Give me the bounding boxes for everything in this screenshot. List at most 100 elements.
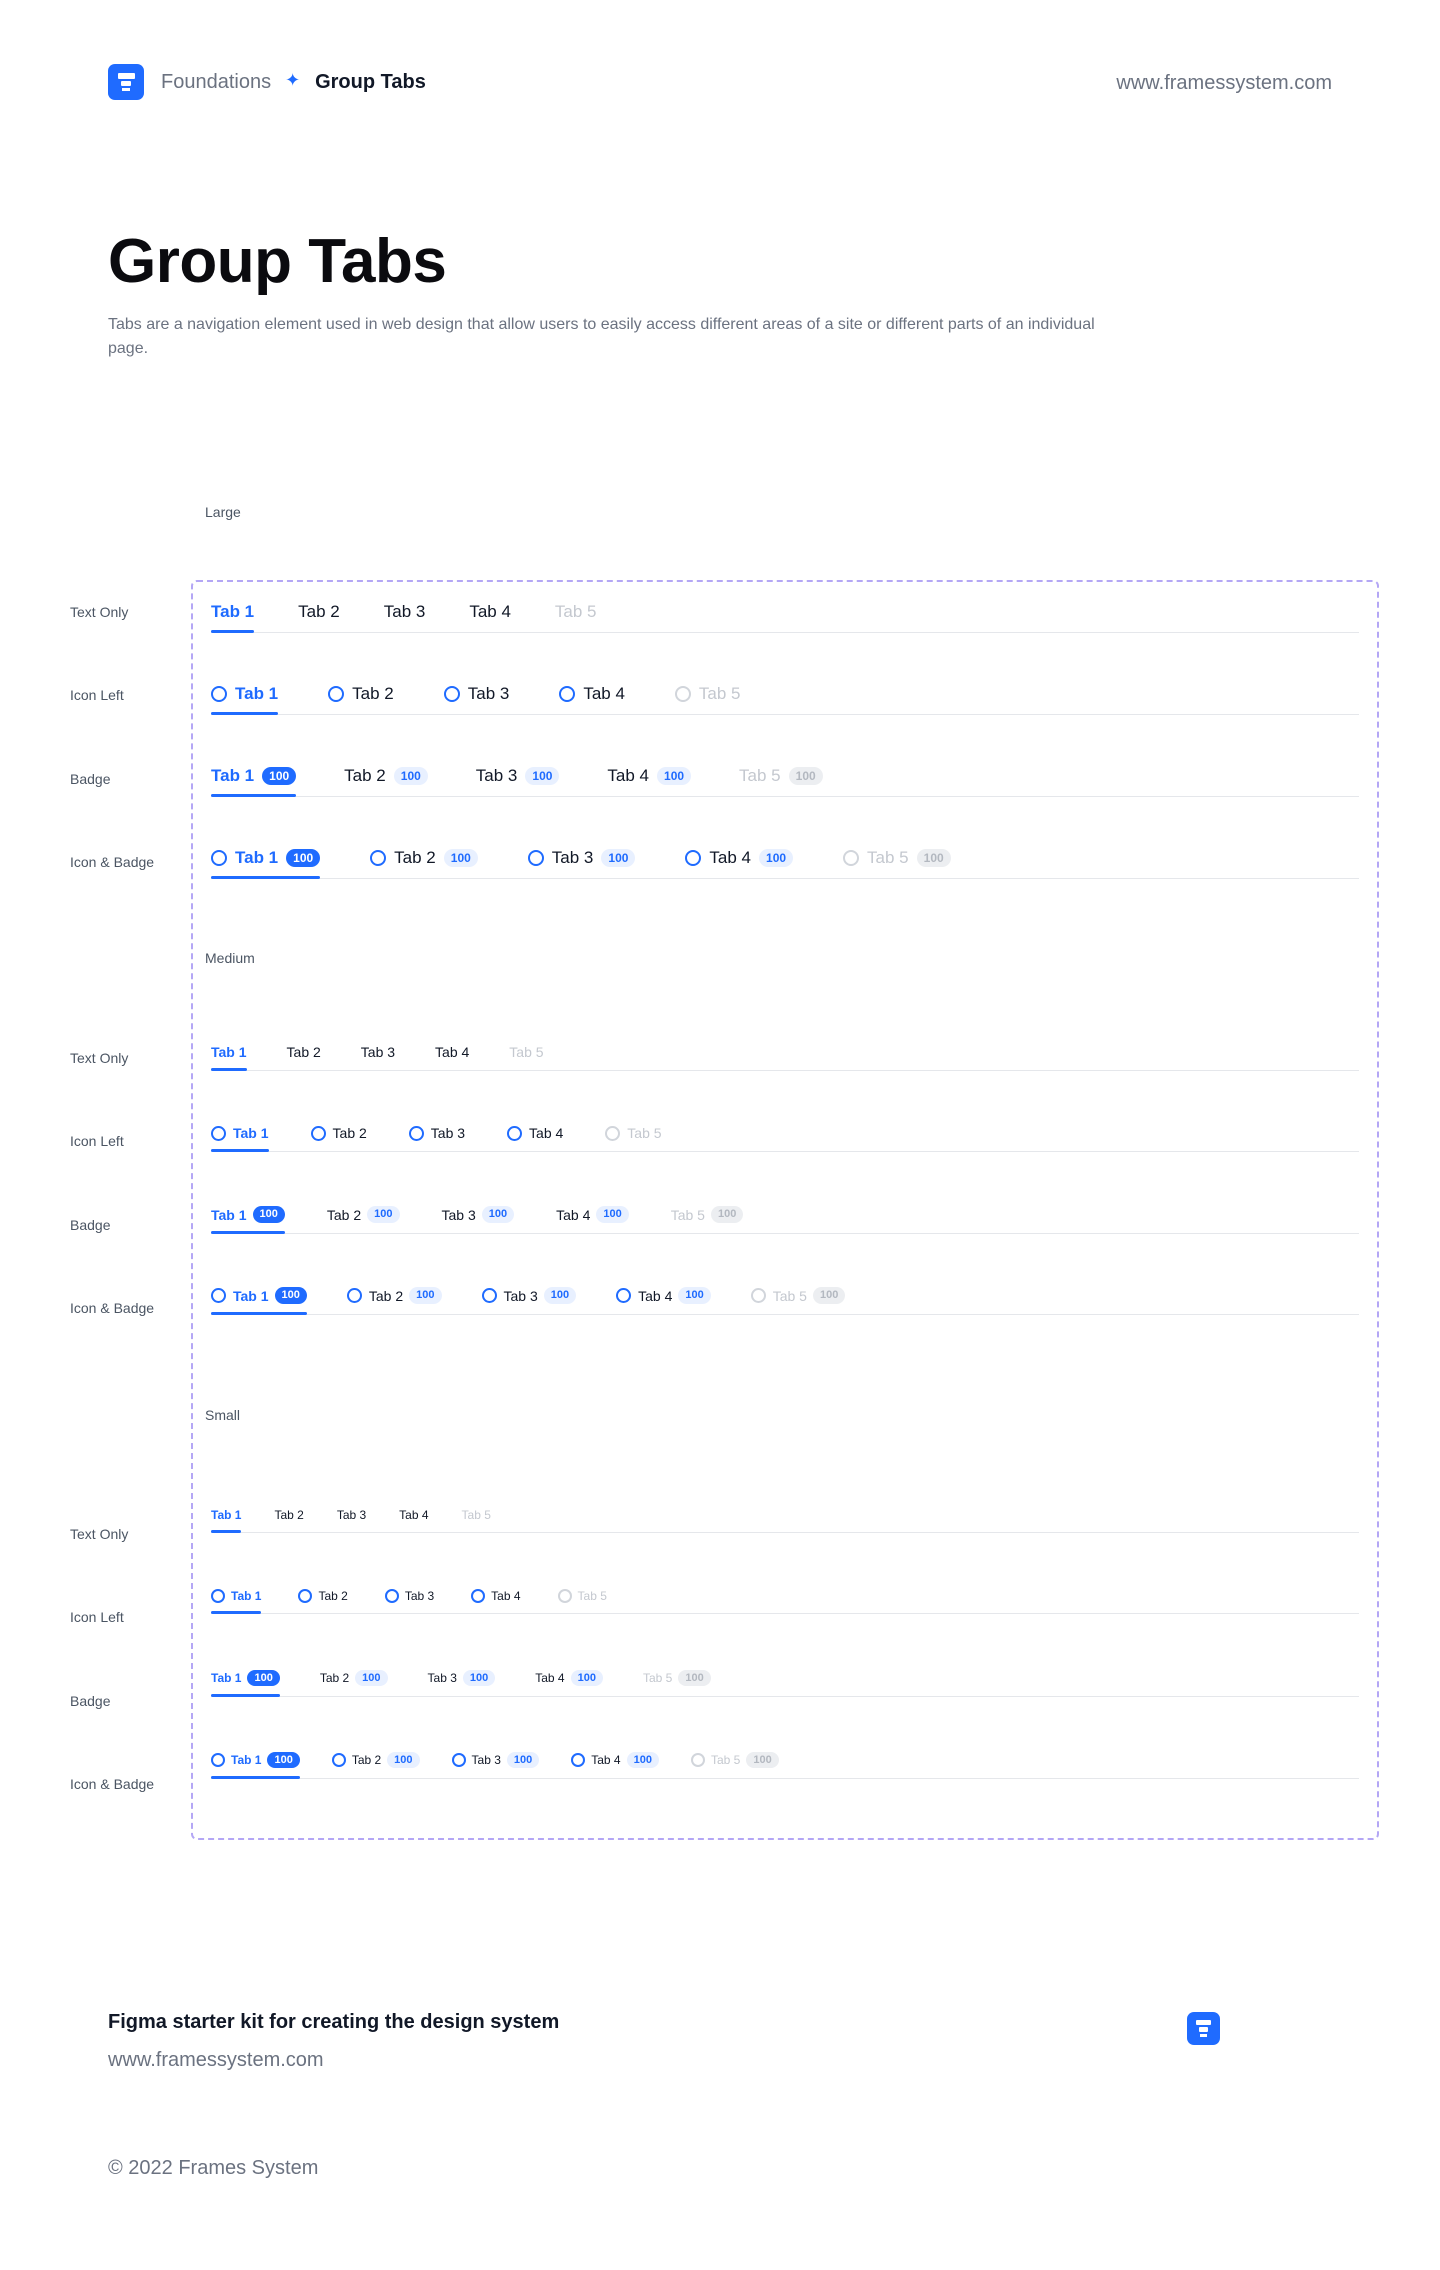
tab-4[interactable]: Tab 4 100 xyxy=(685,848,794,878)
tab-label: Tab 1 xyxy=(231,1753,262,1767)
tab-label: Tab 2 xyxy=(318,1589,348,1603)
tab-label: Tab 1 xyxy=(233,1125,269,1141)
tab-1[interactable]: Tab 1 xyxy=(211,684,279,715)
tab-3[interactable]: Tab 3 xyxy=(337,1508,366,1532)
tab-2[interactable]: Tab 2 100 xyxy=(370,848,478,878)
tab-label: Tab 3 xyxy=(475,766,518,785)
tab-2[interactable]: Tab 2 xyxy=(298,1589,348,1613)
tab-2[interactable]: Tab 2 100 xyxy=(344,766,428,796)
tab-3[interactable]: Tab 3 100 xyxy=(481,1287,577,1314)
row-label-text-only: Text Only xyxy=(70,604,129,620)
tabs-medium-badge: Tab 1 100 Tab 2 100 Tab 3 100 Tab 4 100 Tab 5 100 xyxy=(211,1206,1359,1234)
row-label-text-only: Text Only xyxy=(70,1050,129,1066)
tab-2[interactable]: Tab 2 xyxy=(328,684,394,714)
tab-4[interactable]: Tab 4 xyxy=(559,684,625,714)
tab-label: Tab 5 xyxy=(670,1206,705,1223)
tab-3[interactable]: Tab 3 100 xyxy=(442,1206,515,1233)
tab-3[interactable]: Tab 3 100 xyxy=(527,848,636,878)
tab-label: Tab 3 xyxy=(471,1753,501,1767)
tab-5: Tab 5 xyxy=(557,1589,607,1613)
circle-icon xyxy=(616,1288,632,1303)
tab-4[interactable]: Tab 4 xyxy=(469,602,511,632)
tab-1[interactable]: Tab 1 100 xyxy=(211,1752,300,1779)
tab-1[interactable]: Tab 1 xyxy=(211,602,255,633)
tab-label: Tab 2 xyxy=(344,766,386,785)
tab-4[interactable]: Tab 4 100 xyxy=(556,1206,629,1233)
count-badge: 100 xyxy=(393,767,428,785)
tab-4[interactable]: Tab 4 100 xyxy=(616,1287,711,1314)
tab-label: Tab 5 xyxy=(867,848,909,867)
tab-1[interactable]: Tab 1 xyxy=(211,1044,247,1071)
tab-2[interactable]: Tab 2 xyxy=(287,1044,321,1070)
tab-2[interactable]: Tab 2 100 xyxy=(331,1752,420,1778)
site-url-link[interactable]: www.framessystem.com xyxy=(1116,72,1332,95)
tab-5: Tab 5 xyxy=(555,602,597,632)
tab-1[interactable]: Tab 1 100 xyxy=(211,1287,307,1315)
tab-4[interactable]: Tab 4 xyxy=(471,1589,521,1613)
tab-2[interactable]: Tab 2 xyxy=(298,602,340,632)
tab-3[interactable]: Tab 3 xyxy=(443,684,509,714)
circle-icon xyxy=(328,686,345,702)
tab-label: Tab 5 xyxy=(627,1125,662,1141)
circle-icon xyxy=(471,1589,486,1603)
tab-label: Tab 2 xyxy=(326,1206,362,1223)
tab-label: Tab 5 xyxy=(772,1287,807,1304)
tab-2[interactable]: Tab 2 100 xyxy=(320,1670,388,1696)
tab-3[interactable]: Tab 3 100 xyxy=(476,766,560,796)
tab-2[interactable]: Tab 2 100 xyxy=(346,1287,442,1314)
tabs-small-icon-left: Tab 1 Tab 2 Tab 3 Tab 4 Tab 5 xyxy=(211,1589,1359,1614)
circle-icon xyxy=(310,1125,326,1141)
tab-5: Tab 5 100 xyxy=(690,1752,779,1778)
page-description: Tabs are a navigation element used in we… xyxy=(108,316,1095,357)
tab-label: Tab 1 xyxy=(231,1589,262,1603)
tab-3[interactable]: Tab 3 100 xyxy=(428,1670,496,1696)
breadcrumb-foundations[interactable]: Foundations xyxy=(161,71,271,94)
tab-1[interactable]: Tab 1 xyxy=(211,1125,269,1152)
tab-4[interactable]: Tab 4 100 xyxy=(535,1670,603,1696)
tab-3[interactable]: Tab 3 xyxy=(384,602,426,632)
tab-2[interactable]: Tab 2 xyxy=(310,1125,367,1151)
tab-3[interactable]: Tab 3 xyxy=(361,1044,395,1070)
count-badge: 100 xyxy=(247,1670,280,1686)
tab-label: Tab 4 xyxy=(709,848,752,867)
frames-logo-icon[interactable] xyxy=(108,64,144,100)
footer-url-link[interactable]: www.framessystem.com xyxy=(108,2049,324,2072)
row-label-icon-badge: Icon & Badge xyxy=(70,1300,155,1316)
count-badge: 100 xyxy=(788,767,823,785)
tab-label: Tab 1 xyxy=(211,1508,242,1522)
tab-4[interactable]: Tab 4 100 xyxy=(607,766,692,796)
tab-3[interactable]: Tab 3 xyxy=(384,1589,434,1613)
sparkle-separator-icon xyxy=(285,70,301,91)
tab-1[interactable]: Tab 1 100 xyxy=(211,766,297,797)
tab-label: Tab 2 xyxy=(368,1287,404,1304)
frames-logo-icon[interactable] xyxy=(1187,2012,1220,2045)
row-label-badge: Badge xyxy=(70,1693,111,1709)
tab-1[interactable]: Tab 1 100 xyxy=(211,1206,285,1234)
tab-5: Tab 5 xyxy=(605,1125,662,1151)
tab-1[interactable]: Tab 1 xyxy=(211,1589,262,1614)
tabs-small-badge: Tab 1 100 Tab 2 100 Tab 3 100 Tab 4 100 Tab 5 100 xyxy=(211,1670,1359,1697)
tab-label: Tab 2 xyxy=(332,1125,367,1141)
tab-4[interactable]: Tab 4 100 xyxy=(571,1752,659,1778)
tab-label: Tab 3 xyxy=(430,1125,466,1141)
row-label-icon-badge: Icon & Badge xyxy=(70,854,155,870)
tab-1[interactable]: Tab 1 100 xyxy=(211,848,321,879)
tab-2[interactable]: Tab 2 100 xyxy=(327,1206,400,1233)
breadcrumb-current: Group Tabs xyxy=(315,70,426,93)
copyright: © 2022 Frames System xyxy=(108,2157,319,2179)
tab-2[interactable]: Tab 2 xyxy=(274,1508,303,1532)
circle-icon xyxy=(559,686,576,702)
circle-icon xyxy=(507,1125,523,1141)
tab-1[interactable]: Tab 1 100 xyxy=(211,1670,280,1697)
tab-4[interactable]: Tab 4 xyxy=(435,1044,469,1070)
tab-3[interactable]: Tab 3 xyxy=(408,1125,466,1151)
tab-label: Tab 1 xyxy=(235,684,279,703)
tab-4[interactable]: Tab 4 xyxy=(507,1125,563,1151)
count-badge: 100 xyxy=(525,767,560,785)
tabs-medium-text-only: Tab 1 Tab 2 Tab 3 Tab 4 Tab 5 xyxy=(211,1044,1359,1071)
tab-3[interactable]: Tab 3 100 xyxy=(451,1752,540,1778)
tab-1[interactable]: Tab 1 xyxy=(211,1508,242,1533)
page-title: Group Tabs xyxy=(108,227,447,296)
tab-5: Tab 5 100 xyxy=(643,1670,711,1696)
tab-4[interactable]: Tab 4 xyxy=(399,1508,428,1532)
